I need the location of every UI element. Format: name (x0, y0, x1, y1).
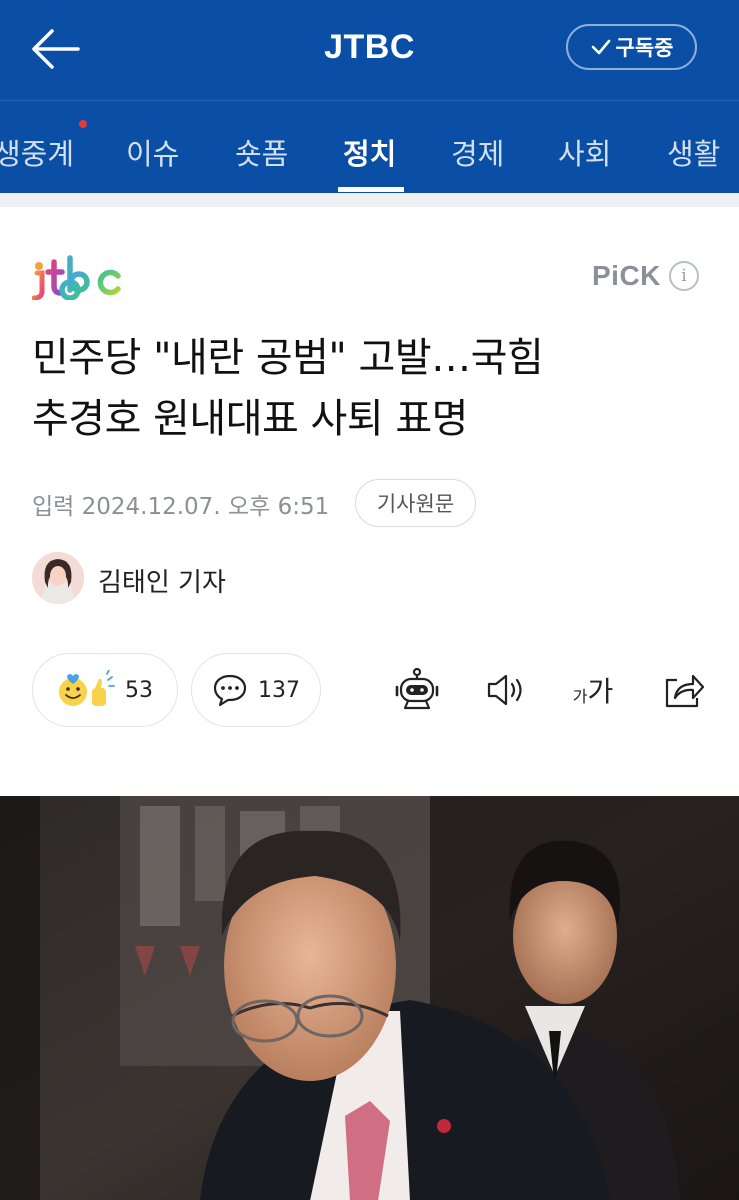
new-badge-dot (79, 120, 87, 128)
back-arrow-icon (32, 29, 80, 69)
reaction-button[interactable]: 53 (32, 653, 178, 727)
robot-icon (395, 667, 439, 710)
tab-issue[interactable]: 이슈 (126, 131, 179, 173)
comment-icon (213, 674, 247, 707)
article-photo-image (0, 796, 739, 1200)
reporter-name[interactable]: 김태인 기자 (98, 562, 226, 599)
headline-line-2: 추경호 원내대표 사퇴 표명 (32, 396, 468, 442)
headline-line-1: 민주당 "내란 공범" 고발…국힘 (32, 335, 544, 381)
ai-summary-button[interactable] (392, 664, 442, 716)
text-size-small: 가 (572, 687, 588, 706)
smiley-thumbs-icon (59, 670, 115, 706)
tab-life[interactable]: 생활 (667, 131, 720, 173)
subscribe-button[interactable]: 구독중 (566, 24, 697, 70)
reaction-count: 53 (125, 677, 153, 703)
back-button[interactable] (28, 26, 82, 72)
share-button[interactable] (660, 664, 706, 716)
section-divider (0, 193, 739, 207)
pick-label: PiCK (592, 260, 661, 291)
reporter-photo (32, 552, 84, 604)
comments-button[interactable]: 137 (191, 653, 321, 727)
tab-shortform[interactable]: 숏폼 (235, 131, 288, 173)
article-photo[interactable] (0, 796, 739, 1200)
tab-politics[interactable]: 정치 (343, 131, 396, 173)
speaker-icon (487, 674, 522, 706)
tab-economy[interactable]: 경제 (451, 131, 504, 173)
read-aloud-button[interactable] (482, 664, 528, 716)
article-headline: 민주당 "내란 공범" 고발…국힘 추경호 원내대표 사퇴 표명 (32, 328, 712, 450)
share-icon (665, 674, 705, 708)
text-size-large: 가 (587, 675, 614, 708)
app-header: JTBC 구독중 (0, 0, 739, 100)
pick-badge[interactable]: PiCK i (592, 258, 699, 294)
category-tabs: 생중계 이슈 숏폼 정치 경제 사회 생활 (0, 100, 739, 194)
check-icon (591, 39, 610, 55)
tab-society[interactable]: 사회 (558, 131, 611, 173)
tab-live[interactable]: 생중계 (0, 131, 74, 173)
active-tab-indicator (338, 187, 404, 192)
publish-date: 입력 2024.12.07. 오후 6:51 (32, 494, 330, 520)
original-article-button[interactable]: 기사원문 (355, 479, 476, 527)
text-size-button[interactable]: 가 가 (566, 664, 620, 716)
subscribe-label: 구독중 (615, 36, 674, 60)
comment-count: 137 (258, 677, 300, 703)
jtbc-logo-icon (31, 255, 121, 301)
publisher-logo[interactable] (31, 252, 124, 301)
info-icon[interactable]: i (668, 261, 699, 291)
reporter-avatar[interactable] (32, 552, 84, 604)
